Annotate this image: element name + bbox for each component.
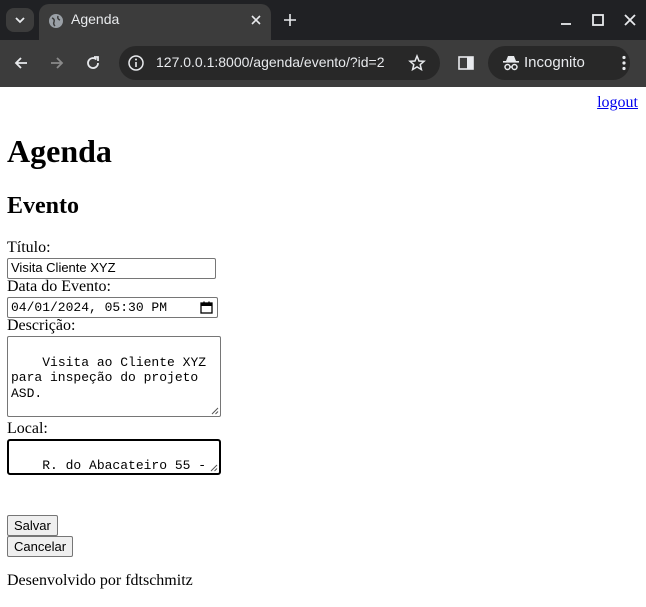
tab-title: Agenda xyxy=(71,11,120,27)
page-content: logout Agenda Evento Título: Visita Clie… xyxy=(0,87,646,607)
calendar-icon[interactable] xyxy=(200,301,213,314)
cancel-button[interactable]: Cancelar xyxy=(7,536,74,557)
local-textarea[interactable]: R. do Abacateiro 55 - Cidade/UF xyxy=(7,439,221,475)
titulo-input[interactable]: Visita Cliente XYZ xyxy=(7,258,216,279)
forward-arrow-icon[interactable] xyxy=(48,54,66,72)
incognito-indicator[interactable]: Incognito xyxy=(488,46,630,80)
descricao-textarea[interactable]: Visita ao Cliente XYZ para inspeção do p… xyxy=(7,336,221,417)
maximize-icon[interactable] xyxy=(590,12,606,28)
footer-credit: Desenvolvido por fdtschmitz xyxy=(7,572,193,589)
chevron-down-icon xyxy=(15,17,25,24)
data-evento-input[interactable]: 04/01/2024, 05:30 PM xyxy=(7,297,218,318)
data-evento-label: Data do Evento: xyxy=(7,278,111,295)
descricao-label: Descrição: xyxy=(7,317,76,334)
browser-tab[interactable]: Agenda xyxy=(39,4,271,40)
titulo-label: Título: xyxy=(7,239,51,256)
data-evento-value: 04/01/2024, 05:30 PM xyxy=(11,300,168,315)
back-arrow-icon[interactable] xyxy=(12,54,30,72)
local-label: Local: xyxy=(7,420,48,437)
local-value: R. do Abacateiro 55 - Cidade/UF xyxy=(42,457,207,473)
minimize-icon[interactable] xyxy=(558,12,574,28)
resize-handle-icon[interactable] xyxy=(210,464,218,472)
close-tab-icon[interactable] xyxy=(249,13,263,27)
url-text[interactable]: 127.0.0.1:8000/agenda/evento/?id=2 xyxy=(156,54,384,70)
browser-toolbar: 127.0.0.1:8000/agenda/evento/?id=2 Incog… xyxy=(0,40,646,87)
logout-link[interactable]: logout xyxy=(597,94,638,112)
resize-handle-icon[interactable] xyxy=(211,407,219,415)
tab-search-button[interactable] xyxy=(6,8,34,32)
globe-icon xyxy=(49,14,63,28)
more-menu-icon[interactable] xyxy=(615,54,633,72)
save-button[interactable]: Salvar xyxy=(7,515,58,536)
page-title: Agenda xyxy=(7,133,112,169)
address-bar[interactable]: 127.0.0.1:8000/agenda/evento/?id=2 xyxy=(119,46,440,80)
titulo-input-value: Visita Cliente XYZ xyxy=(11,260,116,275)
section-title: Evento xyxy=(7,193,79,219)
side-panel-icon[interactable] xyxy=(457,54,475,72)
browser-tabstrip: Agenda xyxy=(0,0,646,40)
bookmark-star-icon[interactable] xyxy=(408,54,426,72)
incognito-icon xyxy=(503,56,519,71)
descricao-value: Visita ao Cliente XYZ para inspeção do p… xyxy=(11,354,207,401)
site-info-icon[interactable] xyxy=(127,54,145,72)
close-window-icon[interactable] xyxy=(622,12,638,28)
new-tab-icon[interactable] xyxy=(282,12,298,28)
incognito-label: Incognito xyxy=(524,54,585,71)
reload-icon[interactable] xyxy=(84,54,102,72)
